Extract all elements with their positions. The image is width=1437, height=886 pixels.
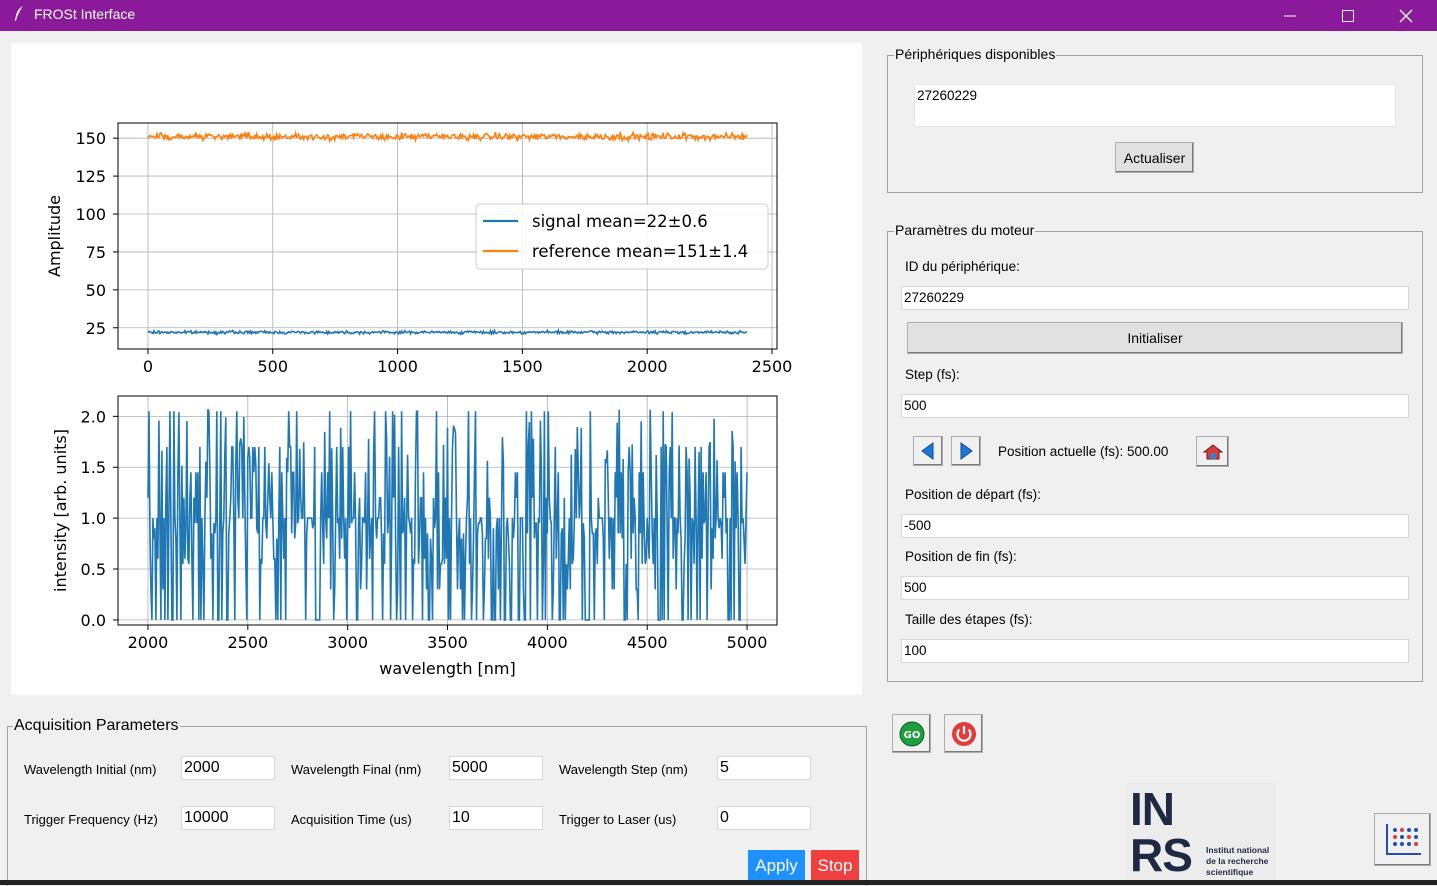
- x-tick-label: 0: [143, 357, 153, 376]
- wl-initial-label: Wavelength Initial (nm): [24, 762, 157, 777]
- step-size-field[interactable]: 100: [901, 639, 1409, 663]
- close-icon: [1399, 9, 1413, 22]
- legend-entry-label: reference mean=151±1.4: [532, 242, 748, 261]
- minimize-button[interactable]: [1267, 0, 1313, 31]
- wl-step-label: Wavelength Step (nm): [559, 762, 688, 777]
- step-back-button[interactable]: [913, 436, 943, 466]
- wl-final-field[interactable]: 5000: [449, 756, 543, 780]
- y-tick-label: 100: [75, 205, 106, 224]
- x-tick-label: 5000: [727, 633, 768, 652]
- x-tick-label: 2000: [128, 633, 169, 652]
- legend: signal mean=22±0.6 reference mean=151±1.4: [475, 203, 769, 270]
- apply-button[interactable]: Apply: [748, 850, 805, 882]
- go-icon-label: GO: [903, 730, 920, 741]
- close-button[interactable]: [1383, 0, 1429, 31]
- maximize-icon: [1342, 9, 1354, 22]
- start-position-label: Position de départ (fs):: [905, 487, 1041, 502]
- refresh-button[interactable]: Actualiser: [1115, 142, 1194, 173]
- step-size-label: Taille des étapes (fs):: [905, 612, 1033, 627]
- home-icon: [1202, 443, 1223, 459]
- wl-step-field[interactable]: 5: [717, 756, 811, 780]
- y-axis-label: intensity [arb. units]: [51, 429, 70, 592]
- wl-initial-field[interactable]: 2000: [181, 756, 275, 780]
- logo-text-rs: RS: [1130, 829, 1193, 881]
- x-tick-label: 3000: [327, 633, 368, 652]
- y-tick-label: 1.0: [81, 509, 106, 528]
- maximize-button[interactable]: [1325, 0, 1371, 31]
- stop-button[interactable]: Stop: [811, 850, 859, 882]
- logo-caption: Institut national de la recherche scient…: [1206, 845, 1270, 877]
- end-position-field[interactable]: 500: [901, 576, 1409, 600]
- end-position-label: Position de fin (fs):: [905, 549, 1017, 564]
- step-label: Step (fs):: [905, 367, 960, 382]
- logo-text-in: IN: [1130, 783, 1175, 835]
- x-tick-label: 3500: [427, 633, 468, 652]
- minimize-icon: [1284, 15, 1296, 16]
- initialize-button[interactable]: Initialiser: [907, 322, 1403, 354]
- device-id-field[interactable]: 27260229: [901, 286, 1409, 310]
- acquisition-group-title: Acquisition Parameters: [13, 717, 180, 735]
- step-field[interactable]: 500: [901, 394, 1409, 418]
- dot-grid-icon: [1385, 823, 1421, 855]
- x-tick-label: 4500: [627, 633, 668, 652]
- acquisition-time-field[interactable]: 10: [449, 806, 543, 830]
- trigger-to-laser-label: Trigger to Laser (us): [559, 812, 677, 827]
- x-axis-label: wavelength [nm]: [379, 659, 516, 678]
- trigger-to-laser-field[interactable]: 0: [717, 806, 811, 830]
- trigger-frequency-field[interactable]: 10000: [181, 806, 275, 830]
- series-line-signal: [147, 327, 748, 337]
- chart-2: 2000 2500 3000 3500 4000 4500 5000 0.0 0.5 1.0 1.5…: [51, 395, 778, 678]
- x-tick-label: 1000: [377, 357, 418, 376]
- plot-canvas: 0 500 1000 1500 2000 2500 25 50 75 100 125 150 Ampli…: [11, 43, 862, 695]
- title-bar: FROSt Interface: [0, 0, 1437, 31]
- y-tick-label: 125: [75, 167, 106, 186]
- chart-1: 0 500 1000 1500 2000 2500 25 50 75 100 125 150 Ampli…: [45, 122, 793, 376]
- power-button[interactable]: [944, 714, 983, 753]
- x-tick-label: 2000: [627, 357, 668, 376]
- x-tick-label: 2500: [752, 357, 793, 376]
- series-line-reference: [147, 130, 748, 144]
- legend-entry-label: signal mean=22±0.6: [532, 212, 708, 231]
- home-button[interactable]: [1196, 436, 1229, 467]
- window-bottom-edge: [0, 880, 1437, 885]
- devices-listbox[interactable]: 27260229: [914, 84, 1396, 127]
- arrow-left-icon: [921, 442, 934, 460]
- y-axis-label: Amplitude: [45, 195, 64, 277]
- wl-final-label: Wavelength Final (nm): [291, 762, 422, 777]
- go-button[interactable]: GO: [892, 714, 931, 753]
- window-title: FROSt Interface: [34, 6, 136, 22]
- y-tick-label: 150: [75, 129, 106, 148]
- start-position-field[interactable]: -500: [901, 514, 1409, 538]
- grid-app-button[interactable]: [1374, 813, 1431, 866]
- devices-group-title: Périphériques disponibles: [894, 46, 1057, 62]
- y-tick-label: 75: [86, 243, 106, 262]
- y-tick-label: 2.0: [81, 407, 106, 426]
- y-tick-label: 0.5: [81, 560, 106, 579]
- trigger-frequency-label: Trigger Frequency (Hz): [24, 812, 158, 827]
- power-icon: [951, 721, 976, 746]
- x-tick-label: 500: [257, 357, 288, 376]
- motor-group-title: Paramètres du moteur: [894, 222, 1036, 238]
- feather-icon: [15, 6, 23, 21]
- step-forward-button[interactable]: [951, 436, 981, 466]
- y-tick-label: 25: [86, 319, 106, 338]
- y-tick-label: 50: [86, 281, 106, 300]
- go-icon: GO: [899, 721, 924, 746]
- y-tick-label: 1.5: [81, 458, 106, 477]
- x-tick-label: 1500: [502, 357, 543, 376]
- chart-svg: 0 500 1000 1500 2000 2500 25 50 75 100 125 150 Ampli…: [45, 122, 793, 678]
- acquisition-time-label: Acquisition Time (us): [291, 812, 412, 827]
- x-tick-label: 4000: [527, 633, 568, 652]
- y-tick-label: 0.0: [81, 611, 106, 630]
- inrs-logo: IN RS Institut national de la recherche …: [1126, 783, 1276, 880]
- position-readout: Position actuelle (fs): 500.00: [998, 444, 1169, 459]
- device-id-label: ID du périphérique:: [905, 259, 1020, 274]
- x-tick-label: 2500: [227, 633, 268, 652]
- arrow-right-icon: [960, 442, 973, 460]
